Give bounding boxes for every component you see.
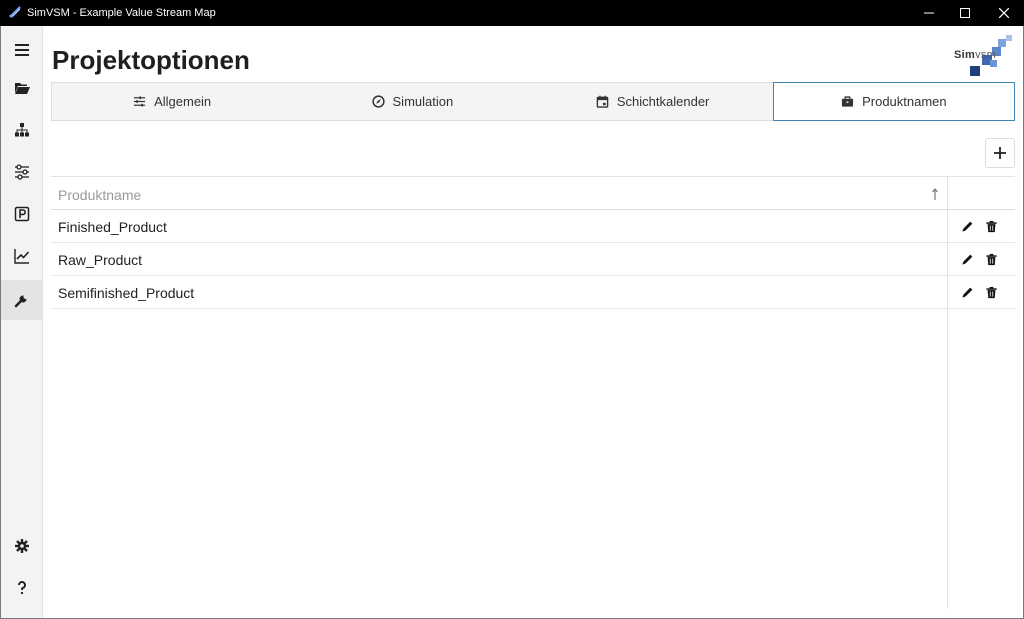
sidebar-item-options[interactable]: [1, 280, 42, 320]
product-name-cell: Finished_Product: [58, 219, 167, 235]
sidebar: [1, 26, 43, 618]
window-title: SimVSM - Example Value Stream Map: [27, 7, 216, 19]
sitemap-icon: [14, 123, 29, 137]
sidebar-item-structure[interactable]: [1, 110, 42, 150]
calendar-icon: [596, 95, 609, 108]
sidebar-item-menu[interactable]: [1, 30, 42, 70]
logo-text-bold: Sim: [954, 49, 976, 61]
tab-produktnamen[interactable]: Produktnamen: [772, 82, 1015, 121]
close-button[interactable]: [984, 0, 1024, 26]
column-header-produktname[interactable]: Produktname: [58, 187, 141, 203]
minimize-button[interactable]: [909, 0, 949, 26]
chart-line-icon: [13, 249, 29, 264]
sidebar-item-help[interactable]: [1, 568, 42, 608]
product-name-cell: Raw_Product: [58, 252, 143, 268]
folder-open-icon: [14, 83, 30, 94]
table-row[interactable]: Semifinished_Product: [51, 276, 1015, 309]
compass-icon: [371, 95, 385, 108]
sidebar-item-parameters[interactable]: [1, 152, 42, 192]
edit-button[interactable]: [959, 284, 975, 300]
table-row[interactable]: Finished_Product: [51, 210, 1015, 243]
app-logo-icon: [9, 6, 21, 18]
logo-text-light: VSM: [975, 49, 997, 61]
tab-label: Allgemein: [154, 94, 212, 109]
delete-button[interactable]: [983, 284, 999, 300]
question-icon: [17, 581, 26, 594]
maximize-icon: [960, 8, 970, 18]
options-tabs: Allgemein Simulation Schichtkalender Pro…: [51, 82, 1015, 121]
sliders-icon: [134, 96, 146, 107]
briefcase-icon: [842, 96, 854, 107]
trash-icon: [985, 253, 997, 265]
table-header: Produktname: [51, 176, 1015, 210]
gear-icon: [14, 539, 29, 553]
menu-icon: [14, 44, 29, 56]
minimize-icon: [924, 12, 934, 14]
edit-button[interactable]: [959, 251, 975, 267]
plus-icon: [994, 147, 1006, 159]
table-row[interactable]: Raw_Product: [51, 243, 1015, 276]
add-product-button[interactable]: [985, 138, 1015, 168]
delete-button[interactable]: [983, 251, 999, 267]
tab-label: Simulation: [392, 94, 454, 109]
close-icon: [999, 8, 1009, 18]
parking-icon: [14, 206, 29, 222]
logo-text: SimVSM: [954, 49, 996, 61]
sidebar-item-analytics[interactable]: [1, 236, 42, 276]
pencil-icon: [961, 221, 972, 232]
pencil-icon: [961, 287, 972, 298]
pencil-icon: [961, 254, 972, 265]
tab-label: Schichtkalender: [616, 94, 710, 109]
sliders-icon: [14, 164, 29, 180]
maximize-button[interactable]: [945, 0, 985, 26]
trash-icon: [985, 220, 997, 232]
trash-icon: [985, 286, 997, 298]
title-bar: SimVSM - Example Value Stream Map: [0, 0, 1024, 26]
tab-simulation[interactable]: Simulation: [292, 83, 532, 120]
edit-button[interactable]: [959, 218, 975, 234]
sidebar-item-settings[interactable]: [1, 526, 42, 566]
tab-label: Produktnamen: [862, 94, 947, 109]
sidebar-item-parking[interactable]: [1, 194, 42, 234]
page-title: Projektoptionen: [52, 45, 250, 75]
product-names-table: Produktname Finished_Product Raw_Product…: [51, 176, 1015, 609]
delete-button[interactable]: [983, 218, 999, 234]
sidebar-item-open[interactable]: [1, 68, 42, 108]
wrench-icon: [14, 295, 26, 308]
tab-schichtkalender[interactable]: Schichtkalender: [533, 83, 773, 120]
product-name-cell: Semifinished_Product: [58, 285, 195, 301]
simvsm-logo: SimVSM: [954, 33, 1016, 79]
actions-column-divider: [947, 176, 948, 609]
sort-ascending-icon[interactable]: [931, 187, 939, 201]
tab-allgemein[interactable]: Allgemein: [52, 83, 292, 120]
